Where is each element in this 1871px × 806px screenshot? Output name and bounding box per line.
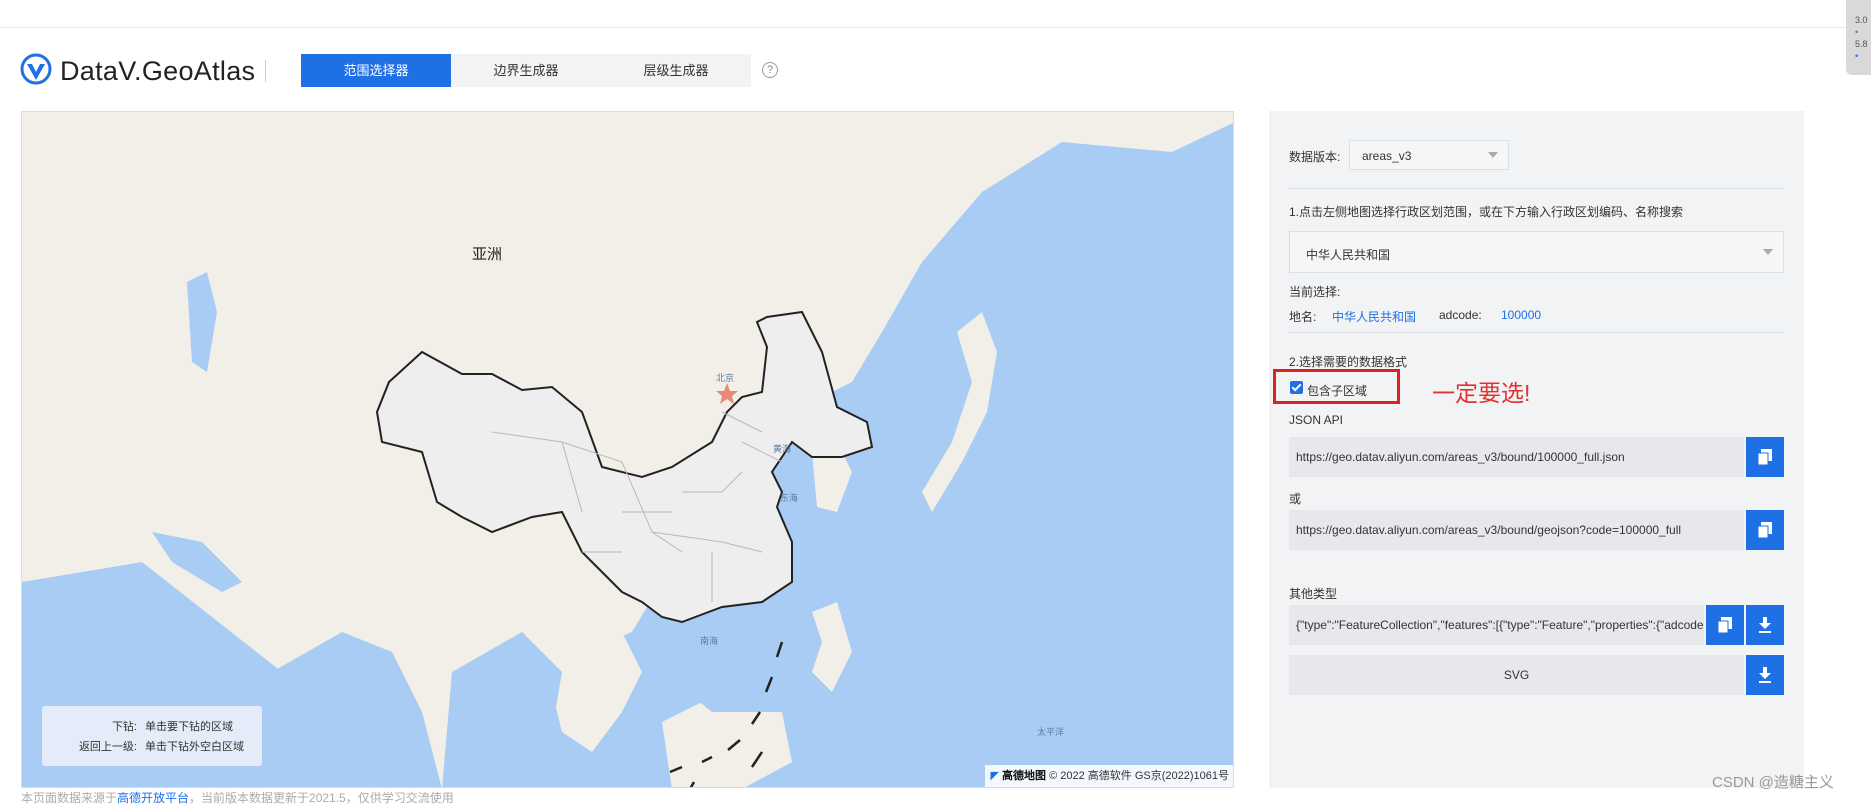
copy-icon — [1758, 522, 1772, 538]
place-name-value: 中华人民共和国 — [1332, 310, 1417, 324]
region-search-select[interactable]: 中华人民共和国 — [1289, 231, 1784, 273]
monitor-value-1: 3.0 — [1855, 15, 1868, 25]
copy-geojson-button[interactable] — [1706, 605, 1744, 645]
hint-key: 下钻: — [111, 721, 137, 733]
divider — [1289, 332, 1784, 333]
adcode-label: adcode: — [1439, 308, 1482, 322]
current-selection-label: 当前选择: — [1289, 285, 1341, 299]
copy-icon — [1758, 449, 1772, 465]
download-icon — [1759, 667, 1771, 683]
version-value: areas_v3 — [1362, 149, 1412, 163]
copy-icon — [1718, 617, 1732, 633]
sea-label-east: 东海 — [780, 493, 799, 503]
monitor-value-2: 5.8 — [1855, 39, 1868, 49]
tab-level-generator[interactable]: 层级生成器 — [601, 54, 751, 87]
help-icon[interactable]: ? — [762, 62, 778, 78]
map-drawing — [22, 112, 1233, 787]
philippines-islands — [812, 602, 852, 692]
data-source-note: 本页面数据来源于高德开放平台，当前版本数据更新于2021.5，仅供学习交流使用 — [21, 789, 454, 806]
monitor-dot-1: • — [1855, 27, 1859, 37]
download-svg-button[interactable] — [1746, 655, 1784, 695]
footnote-prefix: 本页面数据来源于 — [21, 791, 118, 805]
continent-label: 亚洲 — [472, 246, 503, 263]
map-attribution: ◤ 高德地图 © 2022 高德软件 GS京(2022)1061号 — [984, 765, 1233, 787]
top-divider — [0, 27, 1846, 28]
adcode-value: 100000 — [1501, 308, 1542, 322]
japan-islands — [922, 312, 997, 512]
other-types-label: 其他类型 — [1289, 587, 1338, 601]
json-api-label: JSON API — [1289, 413, 1344, 427]
hint-key: 返回上一级: — [78, 741, 137, 753]
annotation-highlight-box — [1273, 369, 1400, 404]
or-label: 或 — [1289, 492, 1302, 506]
svg-format-bar: SVG — [1289, 655, 1744, 695]
footnote-suffix: ，当前版本数据更新于2021.5，仅供学习交流使用 — [189, 791, 454, 805]
place-name-label: 地名: — [1289, 310, 1317, 324]
sea-label-pacific: 太平洋 — [1037, 727, 1065, 737]
copy-geojson-url-button[interactable] — [1746, 510, 1784, 550]
json-url-field[interactable]: https://geo.datav.aliyun.com/areas_v3/bo… — [1289, 437, 1744, 477]
sea-label-yellow: 黄海 — [773, 444, 792, 454]
attribution-text: © 2022 高德软件 GS京(2022)1061号 — [1049, 770, 1229, 782]
chevron-down-icon — [1763, 249, 1773, 255]
download-geojson-button[interactable] — [1746, 605, 1784, 645]
copy-url-button[interactable] — [1746, 437, 1784, 477]
geojson-url-field[interactable]: https://geo.datav.aliyun.com/areas_v3/bo… — [1289, 510, 1744, 550]
divider — [1289, 188, 1784, 189]
region-select-value: 中华人民共和国 — [1306, 248, 1391, 262]
brand-title: DataV.GeoAtlas — [60, 56, 256, 86]
csdn-watermark: CSDN @造糖主义 — [1712, 774, 1834, 791]
tab-range-selector[interactable]: 范围选择器 — [301, 54, 451, 87]
hint-row: 下钻: 单击要下钻的区域 — [42, 717, 262, 737]
system-monitor-widget: 3.0 • 5.8 • — [1846, 0, 1871, 75]
drilldown-hint: 下钻: 单击要下钻的区域 返回上一级: 单击下钻外空白区域 — [42, 706, 262, 766]
tool-tabs: 范围选择器 边界生成器 层级生成器 — [301, 54, 751, 87]
settings-panel: 数据版本: areas_v3 1.点击左侧地图选择行政区划范围，或在下方输入行政… — [1269, 111, 1804, 788]
chevron-down-icon — [1488, 152, 1498, 158]
hint-row: 返回上一级: 单击下钻外空白区域 — [42, 737, 262, 757]
brand-separator — [265, 60, 266, 82]
step1-instructions: 1.点击左侧地图选择行政区划范围，或在下方输入行政区划编码、名称搜索 — [1289, 205, 1684, 219]
hint-value: 单击要下钻的区域 — [145, 721, 233, 733]
city-label-beijing: 北京 — [716, 373, 735, 383]
tab-boundary-generator[interactable]: 边界生成器 — [451, 54, 601, 87]
amap-platform-link[interactable]: 高德开放平台 — [117, 791, 189, 805]
amap-logo-icon: ◤ — [990, 770, 999, 782]
map-canvas[interactable]: 亚洲 北京 黄海 东海 南海 太平洋 下钻: 单击要下钻的区域 返回上一级: 单… — [21, 111, 1234, 788]
version-select[interactable]: areas_v3 — [1349, 140, 1509, 170]
datav-logo-icon — [20, 53, 52, 85]
annotation-text: 一定要选! — [1432, 380, 1531, 406]
sea-label-south: 南海 — [700, 636, 719, 646]
download-icon — [1759, 617, 1771, 633]
step2-instructions: 2.选择需要的数据格式 — [1289, 355, 1408, 369]
amap-brand: 高德地图 — [1002, 770, 1047, 782]
version-label: 数据版本: — [1289, 150, 1341, 164]
hint-value: 单击下钻外空白区域 — [145, 741, 244, 753]
geojson-preview-field[interactable]: {"type":"FeatureCollection","features":[… — [1289, 605, 1704, 645]
monitor-dot-2: • — [1855, 51, 1859, 61]
